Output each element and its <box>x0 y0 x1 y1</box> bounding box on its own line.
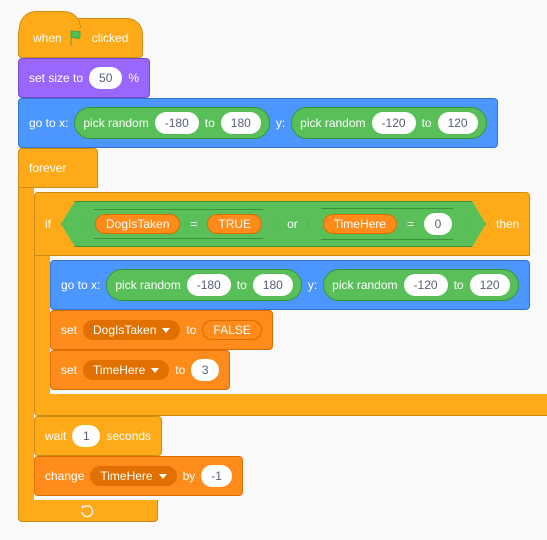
clicked-label: clicked <box>92 31 129 45</box>
eq-condition-b[interactable]: TimeHere = 0 <box>308 208 467 240</box>
val-false[interactable]: FALSE <box>202 320 261 340</box>
var-timehere[interactable]: TimeHere <box>323 214 397 234</box>
goto-x-label: go to x: <box>29 116 68 130</box>
eq-condition-a[interactable]: DogIsTaken = TRUE <box>80 209 277 239</box>
var-dropdown-dogistaken[interactable]: DogIsTaken <box>83 320 180 340</box>
chevron-down-icon <box>159 474 167 479</box>
var-dropdown-timehere-2[interactable]: TimeHere <box>90 466 176 486</box>
set-timehere-block[interactable]: set TimeHere to 3 <box>50 350 230 390</box>
pick-random-x2[interactable]: pick random -180 to 180 <box>106 269 301 301</box>
x-max-input[interactable]: 180 <box>221 112 261 134</box>
if-block[interactable]: if DogIsTaken = TRUE or TimeHere = <box>34 192 547 416</box>
then-label: then <box>496 217 519 231</box>
wait-block[interactable]: wait 1 seconds <box>34 416 162 456</box>
forever-label: forever <box>29 161 66 175</box>
y-min-input[interactable]: -120 <box>372 112 416 134</box>
if-arm <box>34 256 50 394</box>
set-size-block[interactable]: set size to 50 % <box>18 58 150 98</box>
chevron-down-icon <box>151 368 159 373</box>
goto-y-label: y: <box>276 116 285 130</box>
when-label: when <box>33 31 62 45</box>
or-condition[interactable]: DogIsTaken = TRUE or TimeHere = 0 <box>61 201 486 247</box>
goto-xy-block[interactable]: go to x: pick random -180 to 180 y: pick… <box>18 98 498 148</box>
goto-xy-block-2[interactable]: go to x: pick random -180 to 180 y: pick… <box>50 260 530 310</box>
script-stack: when clicked set size to 50 % go to x: p… <box>18 18 529 522</box>
var-dogistaken[interactable]: DogIsTaken <box>95 214 180 234</box>
var-dropdown-timehere[interactable]: TimeHere <box>83 360 169 380</box>
forever-arm <box>18 188 34 500</box>
if-label: if <box>45 217 51 231</box>
change-timehere-block[interactable]: change TimeHere by -1 <box>34 456 243 496</box>
green-flag-icon <box>68 29 86 47</box>
val-three[interactable]: 3 <box>191 359 219 381</box>
set-size-label: set size to <box>29 71 83 85</box>
pick-random-y2[interactable]: pick random -120 to 120 <box>323 269 518 301</box>
set-dogistaken-block[interactable]: set DogIsTaken to FALSE <box>50 310 273 350</box>
y-max-input[interactable]: 120 <box>438 112 478 134</box>
val-true[interactable]: TRUE <box>207 214 262 234</box>
wait-input[interactable]: 1 <box>72 425 100 447</box>
percent-label: % <box>128 71 139 85</box>
x-min-input[interactable]: -180 <box>155 112 199 134</box>
change-val[interactable]: -1 <box>201 465 232 487</box>
forever-bottom <box>18 500 158 522</box>
when-flag-clicked-hat[interactable]: when clicked <box>18 18 143 58</box>
loop-arrow-icon <box>80 504 96 518</box>
if-bottom <box>34 394 547 416</box>
val-zero[interactable]: 0 <box>424 213 452 235</box>
or-label: or <box>287 217 298 231</box>
chevron-down-icon <box>162 328 170 333</box>
pick-random-y[interactable]: pick random -120 to 120 <box>291 107 486 139</box>
forever-block[interactable]: forever if DogIsTaken = TRUE <box>18 148 547 522</box>
pick-random-x[interactable]: pick random -180 to 180 <box>74 107 269 139</box>
size-input[interactable]: 50 <box>89 67 122 89</box>
